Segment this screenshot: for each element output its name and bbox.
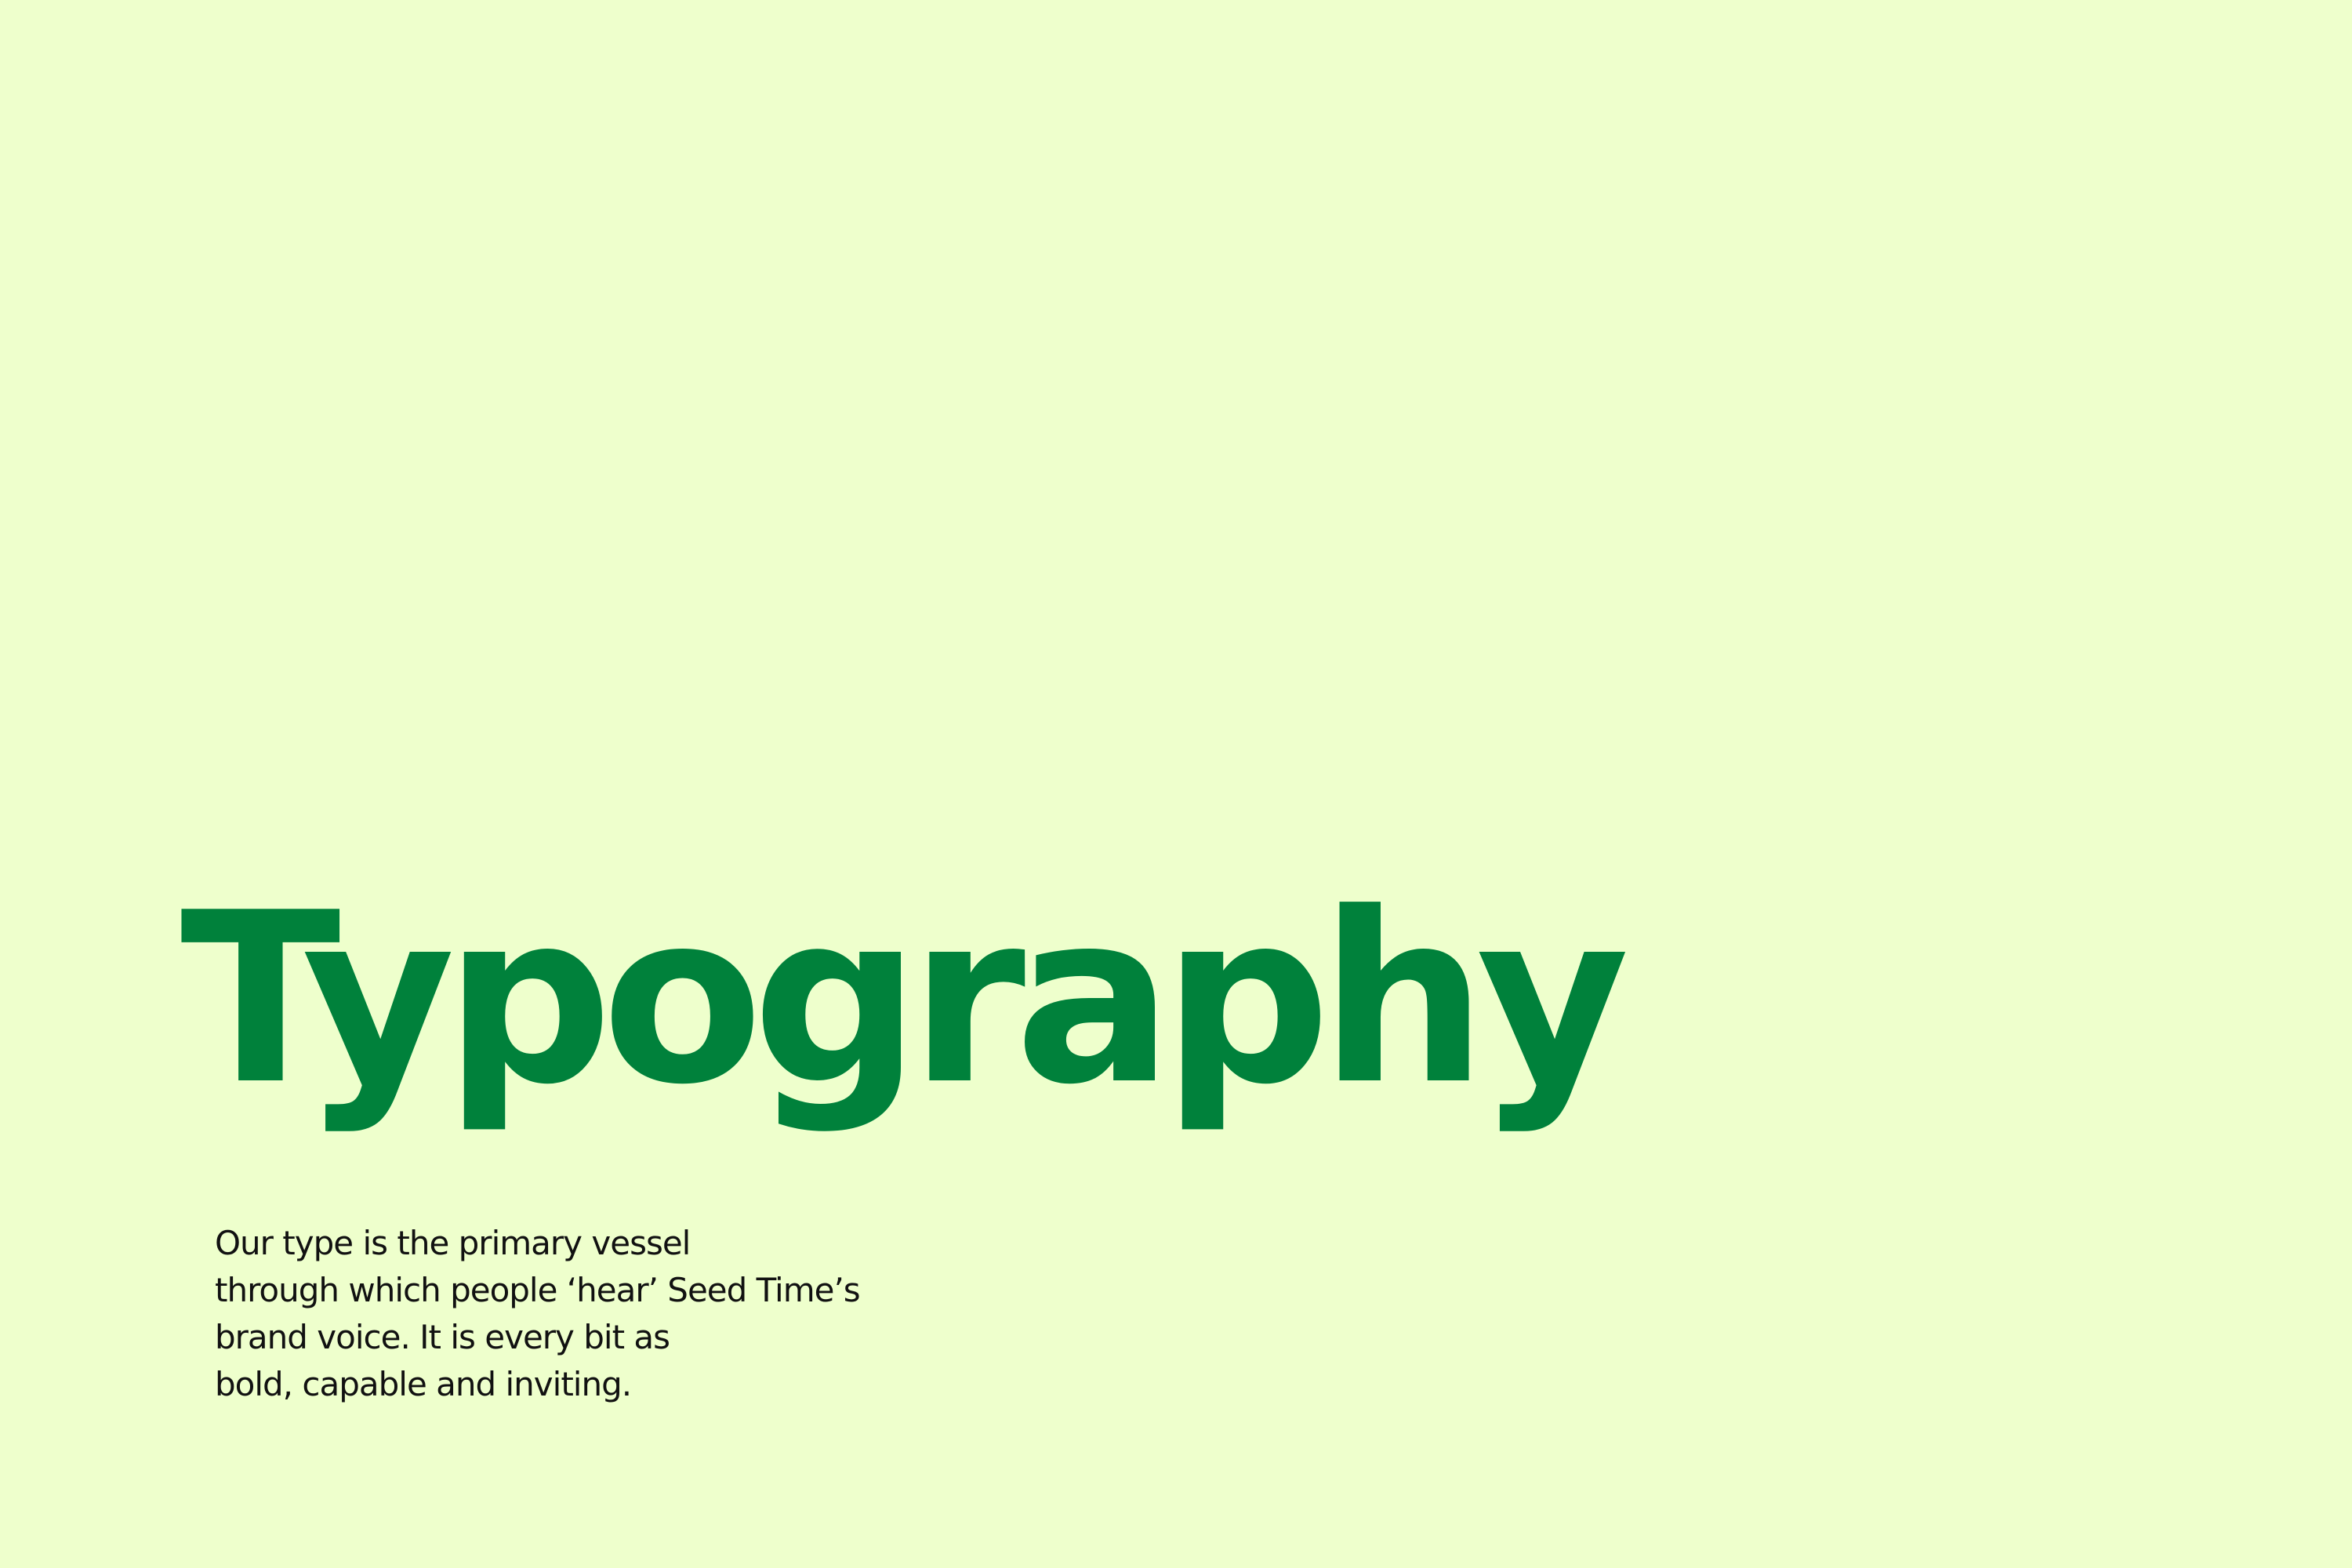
description-text: Our type is the primary vessel through w…	[215, 1220, 999, 1408]
description-line: Our type is the primary vessel	[215, 1224, 691, 1262]
page-title: Typography	[180, 862, 1629, 1136]
description-line: bold, capable and inviting.	[215, 1365, 632, 1403]
description-line: brand voice. It is every bit as	[215, 1318, 670, 1356]
typography-slide: Typography Our type is the primary vesse…	[0, 0, 2352, 1568]
description-line: through which people ‘hear’ Seed Time’s	[215, 1271, 861, 1309]
